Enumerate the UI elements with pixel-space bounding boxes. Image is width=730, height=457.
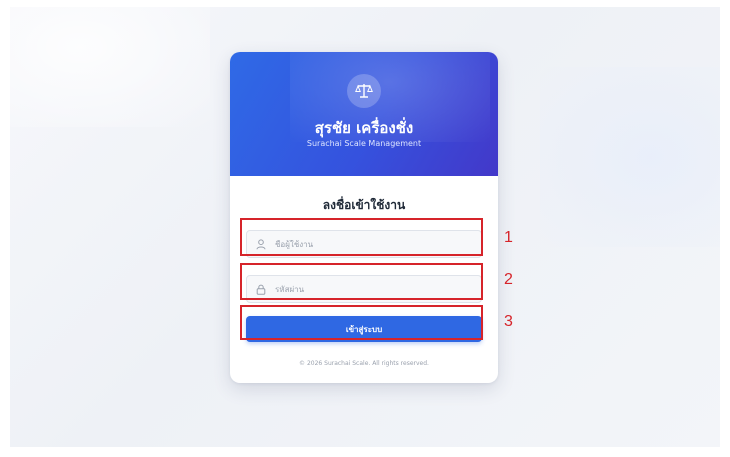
brand-title: สุรชัย เครื่องชั่ง — [314, 119, 414, 137]
annotation-box-username — [240, 218, 483, 256]
annotation-label-2: 2 — [504, 271, 513, 288]
card-header: สุรชัย เครื่องชั่ง Surachai Scale Manage… — [230, 52, 498, 176]
form-title: ลงชื่อเข้าใช้งาน — [322, 198, 406, 212]
annotation-box-password — [240, 263, 483, 300]
annotation-box-login — [240, 305, 483, 340]
annotation-label-1: 1 — [504, 229, 513, 246]
copyright-text: © 2026 Surachai Scale. All rights reserv… — [299, 360, 429, 367]
logo — [347, 74, 381, 108]
brand-subtitle: Surachai Scale Management — [306, 139, 422, 148]
scale-icon — [355, 84, 373, 98]
annotation-label-3: 3 — [504, 313, 513, 330]
